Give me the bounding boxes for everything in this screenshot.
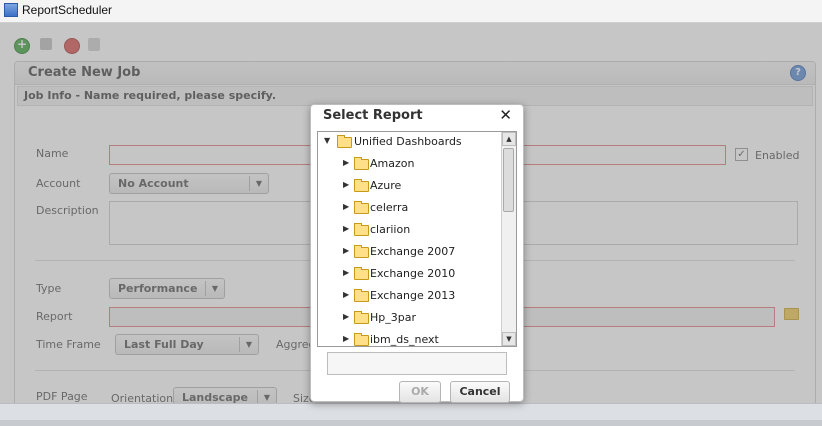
collapsed-icon[interactable]: ▶ (343, 202, 349, 211)
collapsed-icon[interactable]: ▶ (343, 334, 349, 343)
folder-icon (354, 201, 369, 214)
folder-icon (354, 245, 369, 258)
folder-icon (354, 333, 369, 346)
folder-icon (354, 157, 369, 170)
report-path-input[interactable] (327, 352, 507, 375)
close-icon[interactable]: ✕ (499, 106, 512, 124)
tree-node-label: Exchange 2013 (370, 289, 456, 302)
scroll-down-icon[interactable]: ▼ (502, 332, 516, 346)
tree-node-label: Hp_3par (370, 311, 416, 324)
collapsed-icon[interactable]: ▶ (343, 290, 349, 299)
scroll-thumb[interactable] (503, 148, 514, 212)
folder-icon (354, 311, 369, 324)
collapsed-icon[interactable]: ▶ (343, 224, 349, 233)
cancel-button[interactable]: Cancel (450, 381, 510, 403)
window-title: ReportScheduler (22, 3, 113, 17)
report-tree: ▼ Unified Dashboards ▶ Amazon ▶ Azure ▶ … (317, 131, 517, 347)
tree-node-label: Unified Dashboards (354, 135, 462, 148)
tree-node-label: ibm_ds_next (370, 333, 439, 346)
tree-node-label: clariion (370, 223, 411, 236)
tree-content: ▼ Unified Dashboards ▶ Amazon ▶ Azure ▶ … (318, 132, 501, 346)
select-report-dialog: Select Report ✕ ▼ Unified Dashboards ▶ A… (310, 104, 524, 403)
folder-icon (354, 223, 369, 236)
tree-node-label: Exchange 2007 (370, 245, 456, 258)
expanded-icon[interactable]: ▼ (324, 136, 330, 145)
tree-node-label: Amazon (370, 157, 415, 170)
tree-scrollbar[interactable]: ▲ ▼ (501, 132, 516, 346)
collapsed-icon[interactable]: ▶ (343, 312, 349, 321)
app-icon (4, 3, 18, 17)
folder-icon (354, 289, 369, 302)
window-titlebar: ReportScheduler (0, 0, 822, 23)
collapsed-icon[interactable]: ▶ (343, 180, 349, 189)
scroll-up-icon[interactable]: ▲ (502, 132, 516, 146)
folder-icon (354, 179, 369, 192)
bottom-bar (0, 403, 822, 426)
collapsed-icon[interactable]: ▶ (343, 246, 349, 255)
dialog-title: Select Report (323, 108, 423, 123)
tree-node-label: Azure (370, 179, 402, 192)
tree-node-label: celerra (370, 201, 409, 214)
collapsed-icon[interactable]: ▶ (343, 158, 349, 167)
collapsed-icon[interactable]: ▶ (343, 268, 349, 277)
tree-node-label: Exchange 2010 (370, 267, 456, 280)
folder-open-icon (337, 135, 352, 148)
folder-icon (354, 267, 369, 280)
ok-button[interactable]: OK (399, 381, 441, 403)
horizontal-scrollbar[interactable] (0, 420, 822, 426)
